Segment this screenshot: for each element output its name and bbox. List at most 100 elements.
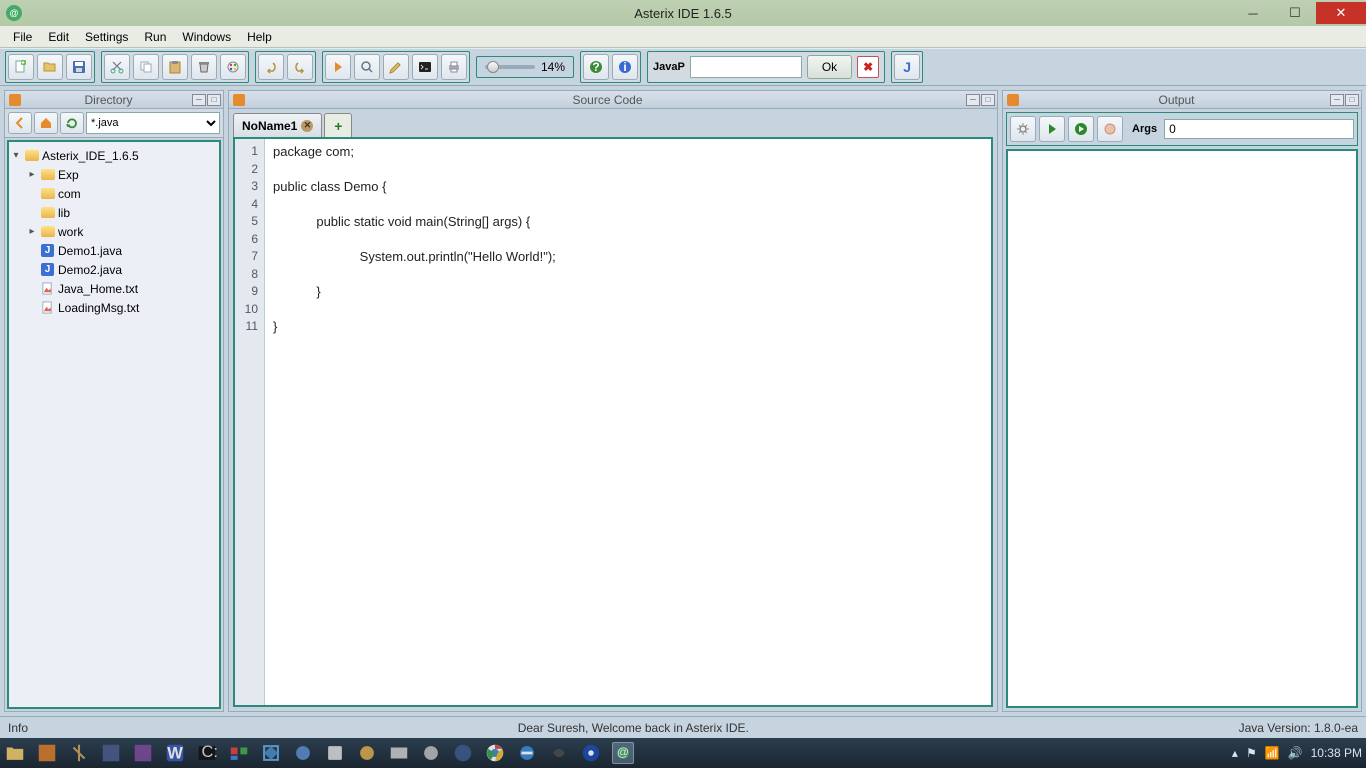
copy-button[interactable] — [133, 54, 159, 80]
paste-button[interactable] — [162, 54, 188, 80]
svg-text:i: i — [623, 60, 626, 74]
panel-icon — [1007, 94, 1019, 106]
panel-max-button[interactable]: □ — [207, 94, 221, 106]
menu-run[interactable]: Run — [137, 28, 173, 46]
dir-filter-select[interactable]: *.java — [86, 112, 220, 134]
zoom-slider[interactable]: 14% — [476, 56, 574, 78]
taskbar-app-icon[interactable] — [36, 742, 58, 764]
panel-min-button[interactable]: ─ — [966, 94, 980, 106]
help-button[interactable]: ? — [583, 54, 609, 80]
new-file-button[interactable] — [8, 54, 34, 80]
code-area[interactable]: package com; public class Demo { public … — [265, 139, 991, 705]
panel-min-button[interactable]: ─ — [192, 94, 206, 106]
tree-folder[interactable]: com — [58, 187, 81, 201]
taskbar-app-icon[interactable] — [260, 742, 282, 764]
taskbar-app-icon[interactable] — [68, 742, 90, 764]
taskbar-app-icon[interactable] — [580, 742, 602, 764]
dir-home-button[interactable] — [34, 112, 58, 134]
directory-title: Directory — [25, 93, 192, 107]
taskbar-app-icon[interactable] — [228, 742, 250, 764]
tree-folder[interactable]: lib — [58, 206, 70, 220]
taskbar-app-icon[interactable] — [132, 742, 154, 764]
taskbar-app-icon[interactable] — [292, 742, 314, 764]
tree-java-file[interactable]: Demo2.java — [58, 263, 122, 277]
out-stop-button[interactable] — [1097, 116, 1123, 142]
taskbar-word-icon[interactable]: W — [164, 742, 186, 764]
save-button[interactable] — [66, 54, 92, 80]
dir-back-button[interactable] — [8, 112, 32, 134]
out-run-all-button[interactable] — [1068, 116, 1094, 142]
tab-close-icon[interactable]: ✕ — [301, 120, 313, 132]
color-picker-button[interactable] — [220, 54, 246, 80]
tree-text-file[interactable]: LoadingMsg.txt — [58, 301, 139, 315]
search-button[interactable] — [354, 54, 380, 80]
editor-tab[interactable]: NoName1✕ — [233, 113, 322, 137]
menu-settings[interactable]: Settings — [78, 28, 135, 46]
menu-file[interactable]: File — [6, 28, 39, 46]
javap-input[interactable] — [690, 56, 802, 78]
source-panel: Source Code ─□ NoName1✕ + 1234567891011 … — [228, 90, 998, 712]
tree-java-file[interactable]: Demo1.java — [58, 244, 122, 258]
taskbar-app-icon[interactable] — [100, 742, 122, 764]
maximize-button[interactable]: ☐ — [1274, 2, 1316, 24]
edit-button[interactable] — [383, 54, 409, 80]
javap-clear-button[interactable]: ✖ — [857, 56, 879, 78]
taskbar-ie-icon[interactable] — [516, 742, 538, 764]
tray-up-icon[interactable]: ▴ — [1232, 746, 1238, 760]
redo-button[interactable] — [287, 54, 313, 80]
delete-button[interactable] — [191, 54, 217, 80]
print-button[interactable] — [441, 54, 467, 80]
taskbar-app-icon[interactable] — [420, 742, 442, 764]
taskbar-app-icon[interactable] — [548, 742, 570, 764]
open-file-button[interactable] — [37, 54, 63, 80]
os-taskbar[interactable]: W C:\ @ ▴ ⚑ 📶 🔊 10:38 PM — [0, 738, 1366, 768]
info-button[interactable]: i — [612, 54, 638, 80]
directory-tree[interactable]: ▾Asterix_IDE_1.6.5 ▸Exp com lib ▸work JD… — [7, 140, 221, 709]
panel-icon — [233, 94, 245, 106]
taskbar-app-icon[interactable] — [356, 742, 378, 764]
status-message: Dear Suresh, Welcome back in Asterix IDE… — [28, 721, 1239, 735]
menu-windows[interactable]: Windows — [175, 28, 238, 46]
tray-flag-icon[interactable]: ⚑ — [1246, 746, 1257, 760]
taskbar-cmd-icon[interactable]: C:\ — [196, 742, 218, 764]
panel-max-button[interactable]: □ — [981, 94, 995, 106]
tray-network-icon[interactable]: 📶 — [1265, 746, 1280, 760]
terminal-button[interactable] — [412, 54, 438, 80]
undo-button[interactable] — [258, 54, 284, 80]
taskbar-explorer-icon[interactable] — [4, 742, 26, 764]
zoom-value: 14% — [541, 60, 565, 74]
cut-button[interactable] — [104, 54, 130, 80]
out-settings-button[interactable] — [1010, 116, 1036, 142]
tree-root[interactable]: Asterix_IDE_1.6.5 — [42, 149, 139, 163]
menu-bar: File Edit Settings Run Windows Help — [0, 26, 1366, 48]
args-input[interactable] — [1164, 119, 1354, 139]
taskbar-chrome-icon[interactable] — [484, 742, 506, 764]
tree-text-file[interactable]: Java_Home.txt — [58, 282, 138, 296]
tree-folder[interactable]: work — [58, 225, 83, 239]
system-tray[interactable]: ▴ ⚑ 📶 🔊 10:38 PM — [1232, 746, 1362, 760]
panel-min-button[interactable]: ─ — [1330, 94, 1344, 106]
java-button[interactable]: J — [894, 54, 920, 80]
window-titlebar: @ Asterix IDE 1.6.5 ─ ☐ ✕ — [0, 0, 1366, 26]
tray-clock[interactable]: 10:38 PM — [1311, 746, 1362, 760]
output-area[interactable] — [1006, 149, 1358, 708]
close-button[interactable]: ✕ — [1316, 2, 1366, 24]
taskbar-app-icon[interactable] — [452, 742, 474, 764]
run-button[interactable] — [325, 54, 351, 80]
source-title: Source Code — [249, 93, 966, 107]
svg-text:@: @ — [617, 745, 629, 759]
new-tab-button[interactable]: + — [324, 113, 352, 137]
taskbar-app-icon[interactable] — [324, 742, 346, 764]
tray-volume-icon[interactable]: 🔊 — [1288, 746, 1303, 760]
minimize-button[interactable]: ─ — [1232, 2, 1274, 24]
tree-folder[interactable]: Exp — [58, 168, 79, 182]
panel-max-button[interactable]: □ — [1345, 94, 1359, 106]
menu-edit[interactable]: Edit — [41, 28, 76, 46]
javap-ok-button[interactable]: Ok — [807, 55, 852, 79]
code-editor[interactable]: 1234567891011 package com; public class … — [233, 137, 993, 707]
taskbar-asterix-icon[interactable]: @ — [612, 742, 634, 764]
taskbar-app-icon[interactable] — [388, 742, 410, 764]
out-run-button[interactable] — [1039, 116, 1065, 142]
dir-refresh-button[interactable] — [60, 112, 84, 134]
menu-help[interactable]: Help — [240, 28, 279, 46]
